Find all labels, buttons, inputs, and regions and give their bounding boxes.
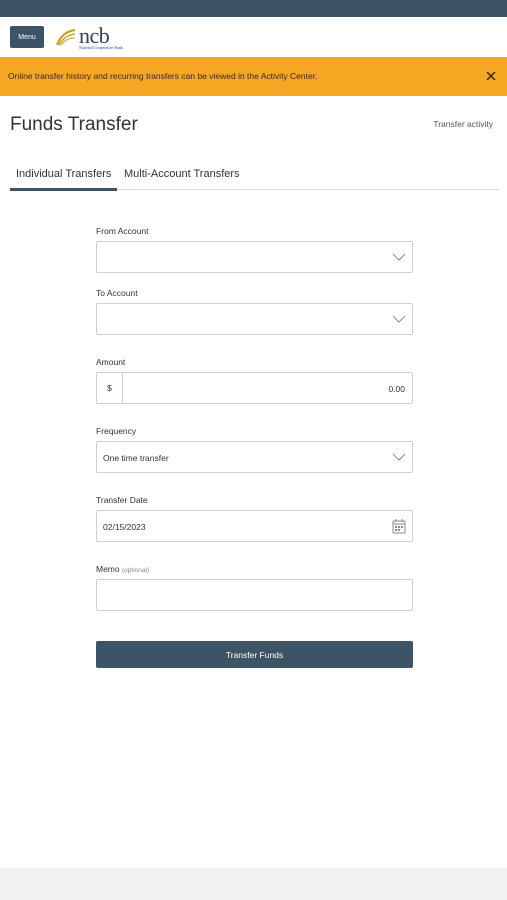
page-title: Funds Transfer — [10, 114, 138, 135]
amount-field[interactable]: $ 0.00 — [96, 372, 413, 404]
memo-input[interactable] — [96, 579, 413, 611]
calendar-icon[interactable] — [392, 518, 406, 534]
memo-optional-text: (optional) — [122, 567, 150, 574]
banner-message: Online transfer history and recurring tr… — [8, 71, 318, 81]
chevron-down-icon — [392, 253, 406, 261]
to-account-label: To Account — [96, 288, 138, 298]
memo-label-text: Memo — [96, 564, 120, 574]
to-account-select[interactable] — [96, 303, 413, 335]
transfer-tabs: Individual Transfers Multi-Account Trans… — [10, 160, 499, 191]
header: Menu ncb National Cooperative Bank — [0, 17, 507, 57]
from-account-label: From Account — [96, 226, 149, 236]
footer — [0, 868, 507, 900]
menu-button[interactable]: Menu — [10, 26, 44, 48]
frequency-label: Frequency — [96, 426, 137, 436]
currency-prefix: $ — [97, 373, 123, 403]
logo-text: ncb National Cooperative Bank — [79, 22, 123, 50]
active-tab-indicator — [10, 188, 117, 191]
chevron-down-icon — [392, 315, 406, 323]
tab-multi-account-transfers[interactable]: Multi-Account Transfers — [124, 168, 240, 180]
logo-word: ncb — [79, 22, 110, 48]
ncb-logo-mark-icon — [55, 28, 76, 46]
frequency-select[interactable]: One time transfer — [96, 441, 413, 473]
transfer-date-label: Transfer Date — [96, 495, 148, 505]
info-banner: Online transfer history and recurring tr… — [0, 57, 507, 96]
transfer-funds-button[interactable]: Transfer Funds — [96, 641, 413, 668]
transfer-date-value: 02/15/2023 — [103, 522, 146, 532]
ncb-logo[interactable]: ncb National Cooperative Bank — [55, 23, 123, 51]
transfer-activity-link[interactable]: Transfer activity — [433, 119, 493, 129]
memo-label: Memo (optional) — [96, 564, 149, 574]
logo-subtitle: National Cooperative Bank — [79, 44, 123, 50]
tab-individual-transfers[interactable]: Individual Transfers — [16, 168, 111, 180]
frequency-value: One time transfer — [103, 453, 169, 463]
close-icon[interactable] — [484, 69, 498, 83]
amount-label: Amount — [96, 357, 126, 367]
chevron-down-icon — [392, 453, 406, 461]
from-account-select[interactable] — [96, 241, 413, 273]
top-status-bar — [0, 0, 507, 17]
amount-value: 0.00 — [388, 384, 405, 394]
transfer-date-field[interactable]: 02/15/2023 — [96, 510, 413, 542]
